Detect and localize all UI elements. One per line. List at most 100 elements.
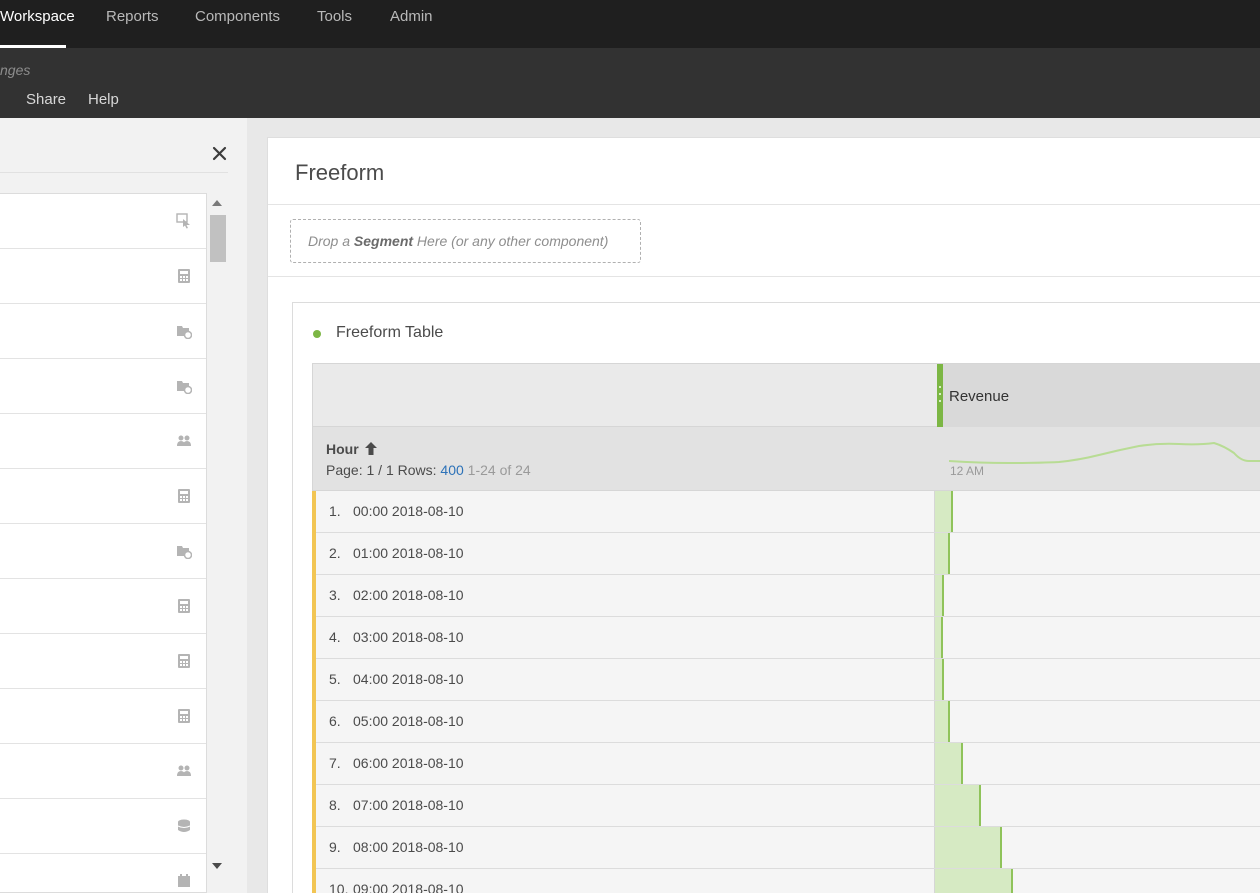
page-label: Page: <box>326 462 363 478</box>
component-list <box>0 193 207 893</box>
list-item[interactable] <box>0 414 206 469</box>
metric-cell[interactable] <box>934 827 1260 868</box>
table-body: 1. 00:00 2018-08-10 2. 01:00 2018-08-10 3. 02… <box>312 491 1260 893</box>
scrollbar-thumb[interactable] <box>210 215 226 262</box>
table-row[interactable]: 1. 00:00 2018-08-10 <box>312 491 1260 533</box>
scroll-up-arrow-icon[interactable] <box>212 200 222 206</box>
visualization-title[interactable]: Freeform Table <box>336 324 443 342</box>
revenue-bar <box>935 533 950 574</box>
metric-cell[interactable] <box>934 869 1260 893</box>
segment-dropzone[interactable]: Drop a Segment Here (or any other compon… <box>290 219 641 263</box>
calculator-icon <box>178 709 190 723</box>
row-label[interactable]: 07:00 2018-08-10 <box>353 797 464 813</box>
metric-cell[interactable] <box>934 575 1260 616</box>
table-header-metrics: Revenue <box>312 363 1260 427</box>
table-row[interactable]: 6. 05:00 2018-08-10 <box>312 701 1260 743</box>
row-label[interactable]: 00:00 2018-08-10 <box>353 503 464 519</box>
nav-tools[interactable]: Tools <box>317 0 352 48</box>
project-title[interactable]: nges <box>0 62 30 78</box>
row-highlight-marker <box>312 701 316 743</box>
row-highlight-marker <box>312 869 316 893</box>
row-number: 2. <box>329 545 341 561</box>
divider <box>268 276 1260 277</box>
sparkline-chart <box>949 441 1260 465</box>
row-label[interactable]: 01:00 2018-08-10 <box>353 545 464 561</box>
row-label[interactable]: 06:00 2018-08-10 <box>353 755 464 771</box>
list-item[interactable] <box>0 304 206 359</box>
revenue-bar <box>935 617 943 658</box>
table-row[interactable]: 2. 01:00 2018-08-10 <box>312 533 1260 575</box>
table-row[interactable]: 10. 09:00 2018-08-10 <box>312 869 1260 893</box>
metric-cell[interactable] <box>934 743 1260 784</box>
close-icon[interactable] <box>212 146 227 161</box>
calculator-icon <box>178 489 190 503</box>
nav-workspace[interactable]: Workspace <box>0 0 75 48</box>
table-row[interactable]: 3. 02:00 2018-08-10 <box>312 575 1260 617</box>
revenue-bar <box>935 701 950 742</box>
row-number: 4. <box>329 629 341 645</box>
list-scrollbar[interactable] <box>208 193 227 877</box>
list-item[interactable] <box>0 249 206 304</box>
row-highlight-marker <box>312 827 316 869</box>
segment-icon <box>177 765 191 776</box>
top-nav: Workspace Reports Components Tools Admin <box>0 0 1260 48</box>
metric-cell[interactable] <box>934 659 1260 700</box>
list-item[interactable] <box>0 689 206 744</box>
row-highlight-marker <box>312 533 316 575</box>
list-item[interactable] <box>0 524 206 579</box>
metric-cell[interactable] <box>934 701 1260 742</box>
revenue-bar <box>935 869 1013 893</box>
panel-title[interactable]: Freeform <box>295 160 384 186</box>
row-label[interactable]: 02:00 2018-08-10 <box>353 587 464 603</box>
nav-components[interactable]: Components <box>195 0 280 48</box>
row-highlight-marker <box>312 617 316 659</box>
list-item[interactable] <box>0 194 206 249</box>
revenue-bar <box>935 575 944 616</box>
row-range: 1-24 of 24 <box>467 462 531 478</box>
list-item[interactable] <box>0 799 206 854</box>
metric-cell[interactable] <box>934 533 1260 574</box>
table-row[interactable]: 5. 04:00 2018-08-10 <box>312 659 1260 701</box>
dimension-name[interactable]: Hour <box>326 441 359 457</box>
dimension-icon <box>177 546 192 559</box>
list-item[interactable] <box>0 744 206 799</box>
list-item[interactable] <box>0 854 206 892</box>
row-label[interactable]: 04:00 2018-08-10 <box>353 671 464 687</box>
nav-reports[interactable]: Reports <box>106 0 159 48</box>
list-item[interactable] <box>0 634 206 689</box>
menu-help[interactable]: Help <box>88 91 119 108</box>
row-label[interactable]: 05:00 2018-08-10 <box>353 713 464 729</box>
list-item[interactable] <box>0 469 206 524</box>
row-label[interactable]: 08:00 2018-08-10 <box>353 839 464 855</box>
metric-name[interactable]: Revenue <box>949 388 1009 405</box>
components-panel <box>0 118 247 893</box>
table-row[interactable]: 8. 07:00 2018-08-10 <box>312 785 1260 827</box>
table-row[interactable]: 9. 08:00 2018-08-10 <box>312 827 1260 869</box>
panel-header-divider <box>0 172 228 173</box>
list-item[interactable] <box>0 579 206 634</box>
row-label[interactable]: 09:00 2018-08-10 <box>353 881 464 893</box>
rows-per-page-link[interactable]: 400 <box>440 462 463 478</box>
drag-handle-icon[interactable] <box>937 364 943 427</box>
segment-icon <box>177 435 191 446</box>
dropzone-bold: Segment <box>353 233 414 249</box>
table-row[interactable]: 7. 06:00 2018-08-10 <box>312 743 1260 785</box>
metric-cell[interactable] <box>934 785 1260 826</box>
menu-share[interactable]: Share <box>26 91 66 108</box>
freeform-panel: Freeform Drop a Segment Here (or any oth… <box>267 137 1260 893</box>
row-highlight-marker <box>312 785 316 827</box>
list-item[interactable] <box>0 359 206 414</box>
page-value[interactable]: 1 / 1 <box>366 462 393 478</box>
revenue-bar <box>935 785 981 826</box>
sort-ascending-icon[interactable] <box>364 441 378 456</box>
metric-cell[interactable] <box>934 617 1260 658</box>
calculator-icon <box>178 599 190 613</box>
dropzone-suffix: Here (or any other component) <box>413 233 609 249</box>
row-label[interactable]: 03:00 2018-08-10 <box>353 629 464 645</box>
metric-cell[interactable] <box>934 491 1260 532</box>
freeform-table-visualization: Freeform Table Revenue Hour Page: 1 / 1 … <box>292 302 1260 893</box>
nav-admin[interactable]: Admin <box>390 0 433 48</box>
calendar-icon <box>178 874 190 887</box>
scroll-down-arrow-icon[interactable] <box>212 863 222 869</box>
table-row[interactable]: 4. 03:00 2018-08-10 <box>312 617 1260 659</box>
